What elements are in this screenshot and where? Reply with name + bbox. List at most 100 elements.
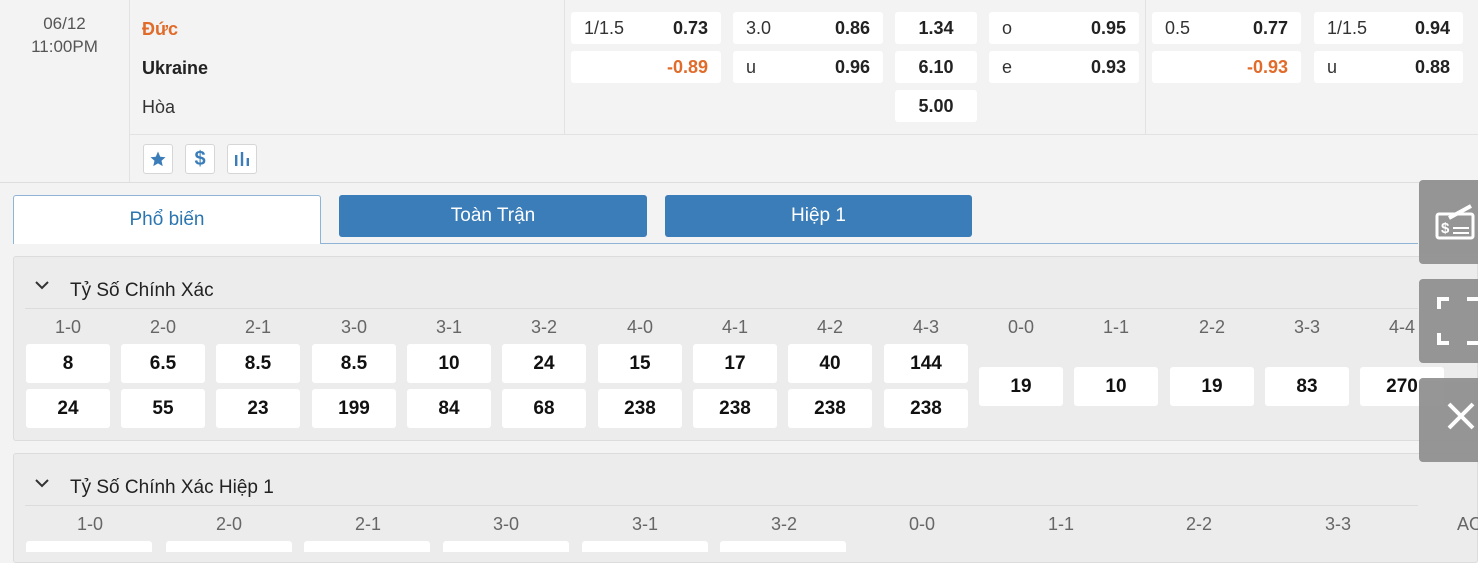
score-odds-cell[interactable]: 55 bbox=[121, 389, 205, 428]
expand-button[interactable] bbox=[1419, 279, 1478, 363]
odds-under[interactable]: u 0.96 bbox=[733, 51, 883, 83]
odds-label: e bbox=[1002, 56, 1013, 77]
odds-1x2-away[interactable]: 6.10 bbox=[895, 51, 977, 83]
odds-value: 0.86 bbox=[834, 17, 870, 38]
bet-button[interactable]: $ bbox=[185, 144, 215, 174]
score-header: 3-3 bbox=[1293, 317, 1320, 337]
score-header: 3-2 bbox=[770, 514, 797, 534]
odds-value: 0.94 bbox=[1414, 17, 1450, 38]
score-odds-cell[interactable]: 40 bbox=[788, 344, 872, 383]
odds-half-handicap-home[interactable]: 0.5 0.77 bbox=[1152, 12, 1301, 44]
score-header: 2-1 bbox=[354, 514, 381, 534]
score-header: 1-0 bbox=[76, 514, 103, 534]
section-title[interactable]: Tỷ Số Chính Xác bbox=[70, 280, 214, 302]
score-header: 2-2 bbox=[1198, 317, 1225, 337]
home-team[interactable]: Đức bbox=[142, 19, 178, 40]
match-date: 06/12 bbox=[43, 14, 86, 33]
score-odds-cell[interactable]: 238 bbox=[598, 389, 682, 428]
divider bbox=[25, 308, 1418, 309]
score-header: 2-1 bbox=[244, 317, 271, 337]
score-odds-cell[interactable]: 10 bbox=[1074, 367, 1158, 406]
score-odds-cell[interactable]: 83 bbox=[1265, 367, 1349, 406]
stats-button[interactable] bbox=[227, 144, 257, 174]
score-header: 4-3 bbox=[912, 317, 939, 337]
score-header: 2-0 bbox=[149, 317, 176, 337]
odds-over[interactable]: 3.0 0.86 bbox=[733, 12, 883, 44]
odds-value: 0.77 bbox=[1252, 17, 1288, 38]
odds-1x2-home[interactable]: 1.34 bbox=[895, 12, 977, 44]
odds-label: 1/1.5 bbox=[584, 17, 625, 38]
score-odds-cell[interactable]: 8.5 bbox=[312, 344, 396, 383]
away-team[interactable]: Ukraine bbox=[142, 58, 208, 79]
score-odds-cell[interactable]: 24 bbox=[502, 344, 586, 383]
divider bbox=[25, 505, 1418, 506]
score-header: 3-1 bbox=[631, 514, 658, 534]
score-header: AO bbox=[1457, 514, 1478, 534]
close-icon bbox=[1447, 402, 1475, 430]
score-odds-cell[interactable]: 15 bbox=[598, 344, 682, 383]
bet-slip-button[interactable]: $ bbox=[1419, 180, 1478, 264]
score-odds-cell[interactable] bbox=[304, 541, 430, 552]
draw-label: Hòa bbox=[142, 97, 176, 117]
odds-half-handicap-away[interactable]: -0.93 bbox=[1152, 51, 1301, 83]
odds-handicap-home[interactable]: 1/1.5 0.73 bbox=[571, 12, 721, 44]
score-odds-cell[interactable]: 238 bbox=[788, 389, 872, 428]
odds-value: 0.88 bbox=[1414, 56, 1450, 77]
score-odds-cell[interactable]: 84 bbox=[407, 389, 491, 428]
score-odds-cell[interactable] bbox=[720, 541, 846, 552]
score-odds-cell[interactable] bbox=[26, 541, 152, 552]
chart-icon bbox=[235, 152, 249, 166]
odds-odd[interactable]: o 0.95 bbox=[989, 12, 1139, 44]
score-odds-cell[interactable]: 199 bbox=[312, 389, 396, 428]
star-icon bbox=[150, 151, 166, 167]
bet-slip-icon: $ bbox=[1435, 204, 1475, 240]
score-odds-cell[interactable]: 8 bbox=[26, 344, 110, 383]
score-odds-cell[interactable]: 24 bbox=[26, 389, 110, 428]
favorite-button[interactable] bbox=[143, 144, 173, 174]
odds-handicap-away[interactable]: -0.89 bbox=[571, 51, 721, 83]
divider bbox=[1145, 0, 1146, 134]
odds-value: -0.93 bbox=[1246, 56, 1288, 77]
score-odds-cell[interactable]: 17 bbox=[693, 344, 777, 383]
divider bbox=[130, 134, 1478, 135]
score-header: 3-0 bbox=[340, 317, 367, 337]
odds-1x2-draw[interactable]: 5.00 bbox=[895, 90, 977, 122]
svg-text:$: $ bbox=[1441, 220, 1450, 237]
section-title[interactable]: Tỷ Số Chính Xác Hiệp 1 bbox=[70, 477, 274, 499]
score-header: 1-0 bbox=[54, 317, 81, 337]
score-odds-cell[interactable]: 6.5 bbox=[121, 344, 205, 383]
odds-value: 5.00 bbox=[918, 95, 954, 116]
score-odds-cell[interactable]: 23 bbox=[216, 389, 300, 428]
score-odds-cell[interactable]: 19 bbox=[1170, 367, 1254, 406]
tab-first-half[interactable]: Hiệp 1 bbox=[665, 195, 972, 237]
chevron-down-icon[interactable] bbox=[34, 476, 50, 494]
score-odds-cell[interactable] bbox=[443, 541, 569, 552]
score-odds-cell[interactable]: 238 bbox=[693, 389, 777, 428]
score-header: 4-0 bbox=[626, 317, 653, 337]
odds-label: 0.5 bbox=[1165, 17, 1191, 38]
tab-popular[interactable]: Phổ biến bbox=[13, 195, 321, 244]
dollar-icon: $ bbox=[194, 147, 206, 170]
odds-value: 6.10 bbox=[918, 56, 954, 77]
score-odds-cell[interactable]: 19 bbox=[979, 367, 1063, 406]
score-odds-cell[interactable]: 144 bbox=[884, 344, 968, 383]
odds-half-over[interactable]: 1/1.5 0.94 bbox=[1314, 12, 1463, 44]
chevron-down-icon[interactable] bbox=[34, 278, 50, 296]
odds-half-under[interactable]: u 0.88 bbox=[1314, 51, 1463, 83]
odds-value: 1.34 bbox=[918, 17, 954, 38]
score-header: 2-2 bbox=[1185, 514, 1212, 534]
match-time: 11:00PM bbox=[31, 37, 98, 56]
score-odds-cell[interactable]: 238 bbox=[884, 389, 968, 428]
score-odds-cell[interactable] bbox=[582, 541, 708, 552]
score-header: 4-1 bbox=[721, 317, 748, 337]
odds-even[interactable]: e 0.93 bbox=[989, 51, 1139, 83]
score-odds-cell[interactable]: 10 bbox=[407, 344, 491, 383]
score-header: 3-0 bbox=[492, 514, 519, 534]
score-odds-cell[interactable]: 8.5 bbox=[216, 344, 300, 383]
score-odds-cell[interactable] bbox=[166, 541, 292, 552]
score-header: 2-0 bbox=[215, 514, 242, 534]
close-button[interactable] bbox=[1419, 378, 1478, 462]
tab-full-match[interactable]: Toàn Trận bbox=[339, 195, 647, 237]
score-odds-cell[interactable]: 68 bbox=[502, 389, 586, 428]
expand-icon bbox=[1437, 297, 1478, 345]
